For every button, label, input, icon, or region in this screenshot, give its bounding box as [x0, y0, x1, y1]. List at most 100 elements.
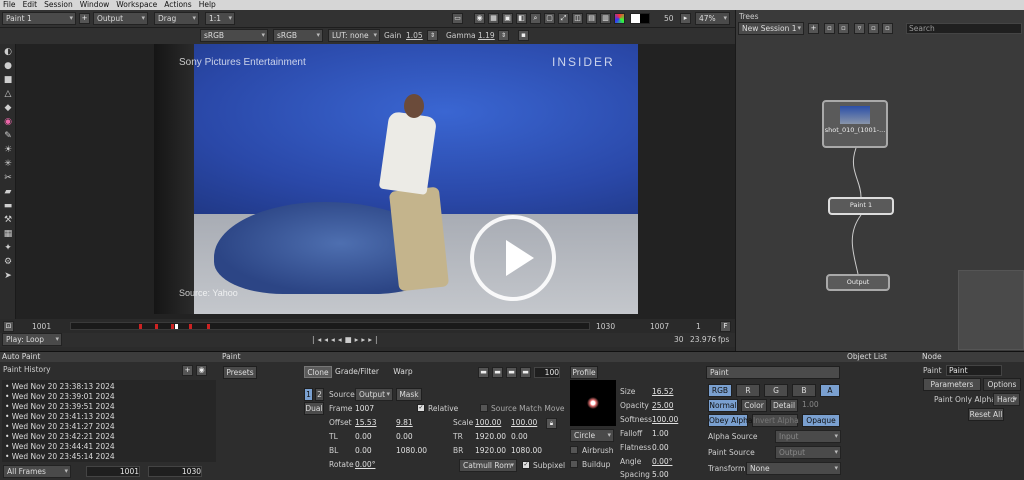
lut-select[interactable]: LUT: none: [328, 29, 380, 42]
frame-to[interactable]: 1030: [148, 466, 202, 477]
fullrange-icon[interactable]: F: [720, 321, 731, 332]
reset-view-icon[interactable]: ▪: [518, 30, 529, 41]
rect-icon[interactable]: ▢: [544, 13, 555, 24]
airbrush-checkbox[interactable]: [570, 446, 578, 454]
presets-button[interactable]: Presets: [223, 366, 257, 379]
relative-checkbox[interactable]: ✓: [417, 404, 425, 412]
softness-value[interactable]: 100.00: [652, 415, 678, 425]
keyframe-marker[interactable]: [139, 324, 142, 329]
checker-icon[interactable]: [630, 13, 650, 24]
history-item[interactable]: • Wed Nov 20 23:42:21 2024: [5, 432, 115, 441]
drag-select[interactable]: Drag: [154, 12, 199, 25]
tab-options[interactable]: Options: [983, 378, 1021, 391]
paint-source-select[interactable]: Output: [775, 446, 841, 459]
history-item[interactable]: • Wed Nov 20 23:45:14 2024: [5, 452, 115, 461]
channel-b[interactable]: B: [792, 384, 816, 397]
timeline-step[interactable]: 1: [696, 322, 701, 331]
tab-grade-filter[interactable]: Grade/Filter: [334, 366, 380, 378]
history-item[interactable]: • Wed Nov 20 23:39:51 2024: [5, 402, 115, 411]
source-match-checkbox[interactable]: [480, 404, 488, 412]
subpixel-checkbox[interactable]: ✓: [522, 461, 530, 469]
offset-y[interactable]: 9.81: [396, 418, 413, 428]
sun-icon[interactable]: ☀: [2, 144, 14, 156]
zoom-select[interactable]: 47%: [695, 12, 730, 25]
brush-preset-icon[interactable]: ▬: [520, 367, 531, 378]
scale-x[interactable]: 100.00: [475, 418, 501, 428]
keyframe-marker[interactable]: [171, 324, 174, 329]
brush-preset-icon[interactable]: ▬: [506, 367, 517, 378]
keyframe-marker[interactable]: [207, 324, 210, 329]
menu-edit[interactable]: Edit: [23, 0, 38, 10]
frames-select[interactable]: All Frames: [3, 465, 71, 478]
lock-icon[interactable]: ⊡: [3, 321, 14, 332]
invert-alpha-button[interactable]: Invert Alpha: [752, 414, 799, 427]
channel-r[interactable]: R: [736, 384, 760, 397]
menu-workspace[interactable]: Workspace: [116, 0, 157, 10]
video-frame[interactable]: Sony Pictures Entertainment INSIDER Sour…: [154, 44, 638, 314]
paint-only-alpha-select[interactable]: Hard: [993, 393, 1020, 406]
transform-select[interactable]: None: [746, 462, 841, 475]
history-item[interactable]: • Wed Nov 20 23:41:27 2024: [5, 422, 115, 431]
bl-y[interactable]: 1080.00: [396, 446, 427, 456]
pin-icon[interactable]: ✦: [2, 242, 14, 254]
history-item[interactable]: • Wed Nov 20 23:39:01 2024: [5, 392, 115, 401]
history-item[interactable]: • Wed Nov 20 23:41:13 2024: [5, 412, 115, 421]
frame-value[interactable]: 1007: [355, 404, 374, 414]
shape-select[interactable]: Circle: [570, 429, 614, 442]
brush-preset-icon[interactable]: ▬: [478, 367, 489, 378]
sparkle-icon[interactable]: ✳: [2, 158, 14, 170]
timeline-start[interactable]: 1001: [32, 322, 51, 331]
alpha-source-select[interactable]: Input: [775, 430, 841, 443]
keyframe-marker[interactable]: [189, 324, 192, 329]
ratio-select[interactable]: 1:1: [205, 12, 235, 25]
brush-size-input[interactable]: 100: [534, 367, 560, 378]
opaque-button[interactable]: Opaque: [802, 414, 840, 427]
mode-value[interactable]: 1.00: [802, 400, 819, 410]
transport-controls[interactable]: |◂◂◂◂■▸▸▸|: [312, 335, 381, 344]
mode-normal[interactable]: Normal: [708, 399, 738, 412]
opacity-value[interactable]: 25.00: [652, 401, 673, 411]
filter-select[interactable]: Catmull Rom: [459, 459, 517, 472]
compare-icon[interactable]: ◧: [516, 13, 527, 24]
node-name-input[interactable]: Paint: [946, 365, 1002, 376]
eraser-icon[interactable]: ▰: [2, 186, 14, 198]
menu-actions[interactable]: Actions: [164, 0, 191, 10]
color-wheel-icon[interactable]: [614, 13, 625, 24]
dual-button[interactable]: Dual: [304, 402, 324, 415]
output-select[interactable]: Output: [93, 12, 148, 25]
timeline-track[interactable]: [70, 322, 590, 330]
tr-x[interactable]: 1920.00: [475, 432, 506, 442]
source-1-button[interactable]: 1: [304, 388, 313, 401]
flatness-value[interactable]: 0.00: [652, 443, 669, 453]
spacing-value[interactable]: 5.00: [652, 470, 669, 480]
channel-rgb[interactable]: RGB: [708, 384, 732, 397]
color-icon[interactable]: ◉: [2, 116, 14, 128]
play-mode-select[interactable]: Play: Loop: [2, 333, 62, 346]
pointer-icon[interactable]: ➤: [2, 270, 14, 282]
fit-icon[interactable]: ▥: [600, 13, 611, 24]
lock-scale-icon[interactable]: 🔒︎: [546, 418, 557, 429]
scale-y[interactable]: 100.00: [511, 418, 537, 428]
triangle-icon[interactable]: △: [2, 88, 14, 100]
node-select[interactable]: Paint 1: [2, 12, 76, 25]
mode-color[interactable]: Color: [741, 399, 767, 412]
menu-window[interactable]: Window: [80, 0, 110, 10]
buildup-checkbox[interactable]: [570, 460, 578, 468]
mask-button[interactable]: Mask: [396, 388, 422, 401]
playhead[interactable]: [175, 324, 178, 329]
half-circle-icon[interactable]: ◐: [2, 46, 14, 58]
colorspace-input-select[interactable]: sRGB: [200, 29, 268, 42]
magnify-icon[interactable]: ⌕: [530, 13, 541, 24]
play-icon[interactable]: [470, 215, 556, 301]
channel-g[interactable]: G: [764, 384, 788, 397]
frame-icon[interactable]: ▣: [502, 13, 513, 24]
add-icon[interactable]: +: [79, 13, 90, 24]
square-icon[interactable]: ■: [2, 74, 14, 86]
source-2-button[interactable]: 2: [315, 388, 324, 401]
br-x[interactable]: 1920.00: [475, 446, 506, 456]
reset-all-button[interactable]: Reset All: [968, 408, 1004, 421]
dot-icon[interactable]: ●: [2, 60, 14, 72]
menu-file[interactable]: File: [3, 0, 16, 10]
stamp-icon[interactable]: ▬: [2, 200, 14, 212]
timeline-current[interactable]: 1030: [596, 322, 615, 331]
